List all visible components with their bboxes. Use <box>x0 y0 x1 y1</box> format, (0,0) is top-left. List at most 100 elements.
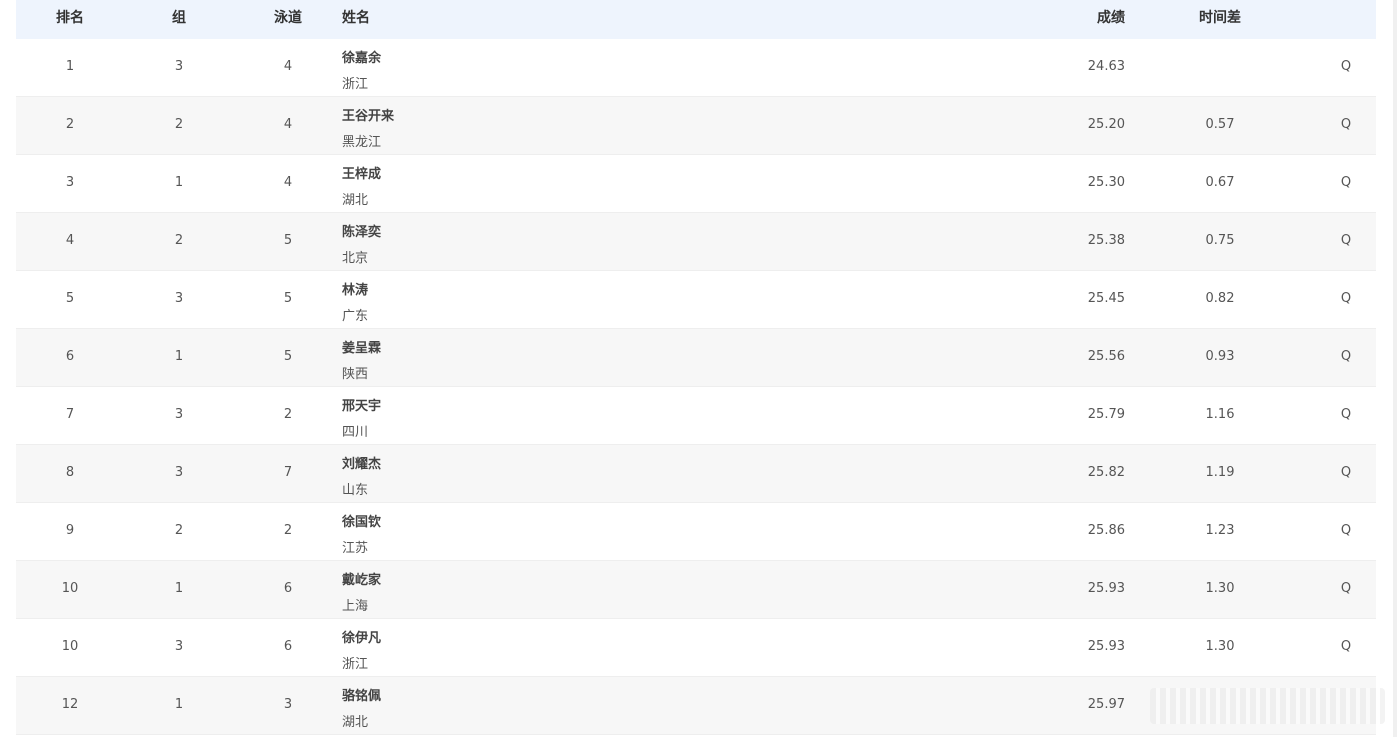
lane-cell: 3 <box>283 697 293 712</box>
result-cell: 25.82 <box>1087 465 1125 480</box>
table-row: 8 3 7 刘耀杰 山东 25.82 1.19 Q <box>16 445 1376 503</box>
results-table: 排名 组 泳道 姓名 成绩 时间差 1 3 4 徐嘉余 浙江 24.63 Q 2… <box>16 0 1376 735</box>
table-row: 10 3 6 徐伊凡 浙江 25.93 1.30 Q <box>16 619 1376 677</box>
qualified-mark: Q <box>1340 581 1352 596</box>
result-cell: 25.93 <box>1087 581 1125 596</box>
header-lane: 泳道 <box>274 10 302 26</box>
rank-cell: 8 <box>65 465 75 480</box>
athlete-team: 湖北 <box>342 193 369 208</box>
table-row: 10 1 6 戴屹家 上海 25.93 1.30 Q <box>16 561 1376 619</box>
athlete-team: 上海 <box>342 599 369 614</box>
qualified-mark: Q <box>1340 407 1352 422</box>
athlete-team: 浙江 <box>342 77 369 92</box>
athlete-name: 徐嘉余 <box>342 51 382 66</box>
group-cell: 3 <box>174 465 184 480</box>
table-row: 2 2 4 王谷开来 黑龙江 25.20 0.57 Q <box>16 97 1376 155</box>
lane-cell: 4 <box>283 175 293 190</box>
table-header: 排名 组 泳道 姓名 成绩 时间差 <box>16 0 1376 39</box>
diff-cell: 0.67 <box>1205 175 1235 190</box>
diff-cell: 1.30 <box>1205 639 1235 654</box>
athlete-team: 黑龙江 <box>342 135 382 150</box>
athlete-name: 骆铭佩 <box>342 689 382 704</box>
watermark-overlay <box>1150 688 1385 724</box>
rank-cell: 2 <box>65 117 75 132</box>
group-cell: 1 <box>174 349 184 364</box>
qualified-mark: Q <box>1340 291 1352 306</box>
table-row: 9 2 2 徐国钦 江苏 25.86 1.23 Q <box>16 503 1376 561</box>
rank-cell: 1 <box>65 59 75 74</box>
group-cell: 3 <box>174 639 184 654</box>
header-group: 组 <box>172 10 186 26</box>
result-cell: 25.20 <box>1087 117 1125 132</box>
header-rank: 排名 <box>56 10 84 26</box>
qualified-mark: Q <box>1340 59 1352 74</box>
athlete-team: 湖北 <box>342 715 369 730</box>
diff-cell: 0.75 <box>1205 233 1235 248</box>
group-cell: 2 <box>174 523 184 538</box>
header-diff: 时间差 <box>1199 10 1241 26</box>
header-result: 成绩 <box>1097 10 1125 26</box>
athlete-team: 山东 <box>342 483 369 498</box>
header-name: 姓名 <box>342 10 370 26</box>
lane-cell: 7 <box>283 465 293 480</box>
athlete-name: 徐国钦 <box>342 515 382 530</box>
athlete-name: 林涛 <box>342 283 369 298</box>
rank-cell: 9 <box>65 523 75 538</box>
rank-cell: 5 <box>65 291 75 306</box>
athlete-team: 四川 <box>342 425 369 440</box>
qualified-mark: Q <box>1340 349 1352 364</box>
qualified-mark: Q <box>1340 233 1352 248</box>
group-cell: 1 <box>174 175 184 190</box>
athlete-team: 浙江 <box>342 657 369 672</box>
group-cell: 2 <box>174 233 184 248</box>
qualified-mark: Q <box>1340 175 1352 190</box>
diff-cell: 1.23 <box>1205 523 1235 538</box>
table-row: 4 2 5 陈泽奕 北京 25.38 0.75 Q <box>16 213 1376 271</box>
result-cell: 25.38 <box>1087 233 1125 248</box>
result-cell: 25.93 <box>1087 639 1125 654</box>
qualified-mark: Q <box>1340 523 1352 538</box>
rank-cell: 7 <box>65 407 75 422</box>
lane-cell: 2 <box>283 523 293 538</box>
athlete-name: 王谷开来 <box>342 109 395 124</box>
result-cell: 25.86 <box>1087 523 1125 538</box>
group-cell: 3 <box>174 291 184 306</box>
athlete-name: 刘耀杰 <box>342 457 382 472</box>
athlete-name: 徐伊凡 <box>342 631 382 646</box>
lane-cell: 4 <box>283 59 293 74</box>
table-row: 3 1 4 王梓成 湖北 25.30 0.67 Q <box>16 155 1376 213</box>
athlete-name: 戴屹家 <box>342 573 382 588</box>
athlete-team: 江苏 <box>342 541 369 556</box>
result-cell: 25.79 <box>1087 407 1125 422</box>
result-cell: 25.97 <box>1087 697 1125 712</box>
result-cell: 24.63 <box>1087 59 1125 74</box>
lane-cell: 6 <box>283 581 293 596</box>
athlete-team: 北京 <box>342 251 369 266</box>
lane-cell: 5 <box>283 349 293 364</box>
diff-cell: 0.57 <box>1205 117 1235 132</box>
rank-cell: 6 <box>65 349 75 364</box>
athlete-team: 陕西 <box>342 367 369 382</box>
diff-cell: 1.16 <box>1205 407 1235 422</box>
athlete-name: 邢天宇 <box>342 399 382 414</box>
table-row: 7 3 2 邢天宇 四川 25.79 1.16 Q <box>16 387 1376 445</box>
table-row: 1 3 4 徐嘉余 浙江 24.63 Q <box>16 39 1376 97</box>
diff-cell: 1.19 <box>1205 465 1235 480</box>
group-cell: 3 <box>174 59 184 74</box>
lane-cell: 6 <box>283 639 293 654</box>
lane-cell: 5 <box>283 291 293 306</box>
group-cell: 1 <box>174 697 184 712</box>
lane-cell: 5 <box>283 233 293 248</box>
result-cell: 25.56 <box>1087 349 1125 364</box>
qualified-mark: Q <box>1340 465 1352 480</box>
qualified-mark: Q <box>1340 117 1352 132</box>
athlete-name: 王梓成 <box>342 167 382 182</box>
result-cell: 25.30 <box>1087 175 1125 190</box>
diff-cell: 0.93 <box>1205 349 1235 364</box>
group-cell: 3 <box>174 407 184 422</box>
diff-cell: 0.82 <box>1205 291 1235 306</box>
rank-cell: 10 <box>61 581 79 596</box>
rank-cell: 10 <box>61 639 79 654</box>
scrollbar-track[interactable] <box>1393 0 1397 737</box>
athlete-name: 陈泽奕 <box>342 225 382 240</box>
